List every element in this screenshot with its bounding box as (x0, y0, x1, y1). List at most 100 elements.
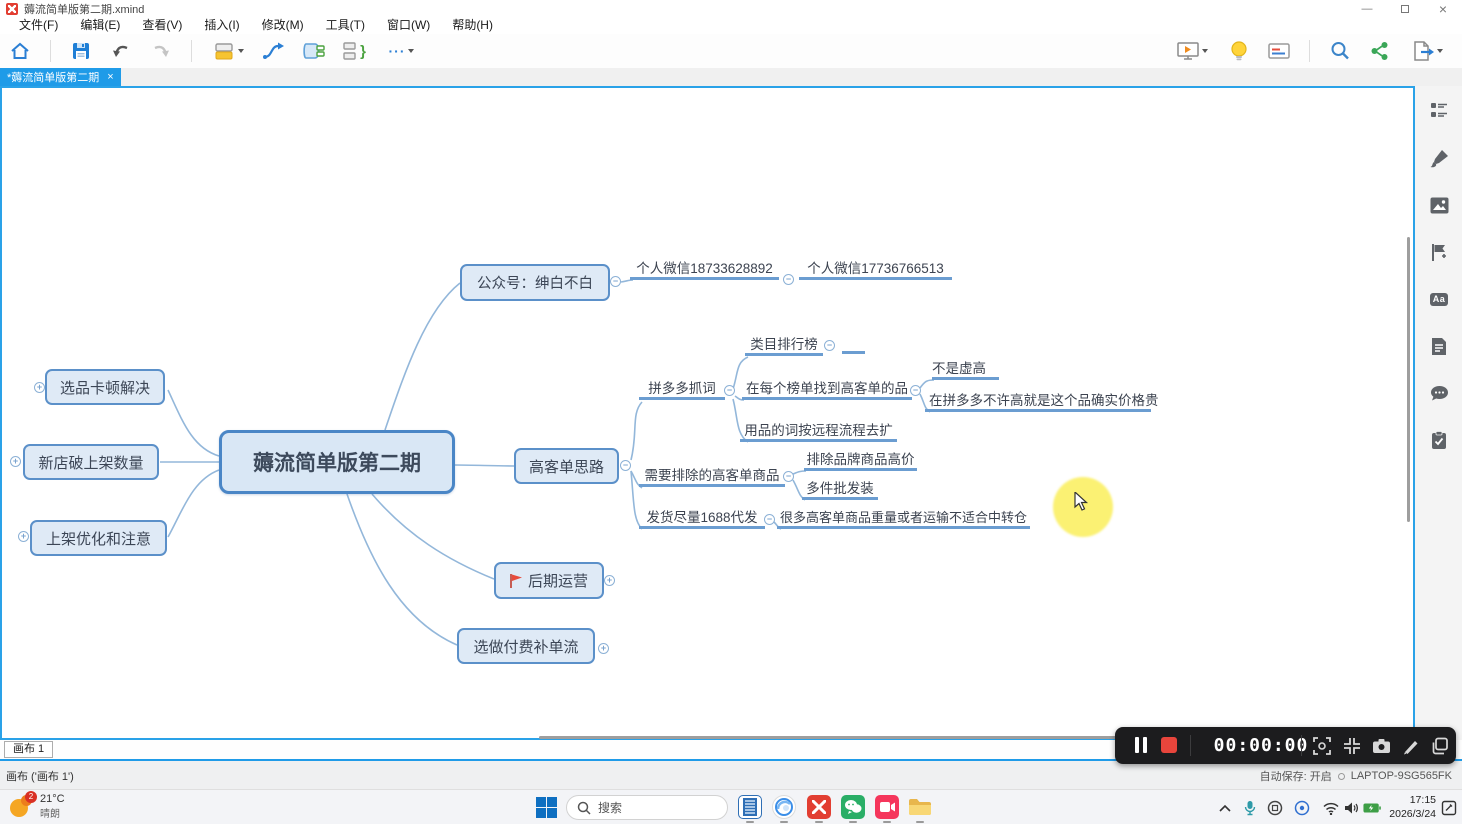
topic-real-expensive[interactable]: 在拼多多不许高就是这个品确实价格贵 (925, 392, 1151, 412)
taskbar-app-wechat[interactable] (841, 795, 865, 819)
vertical-scrollbar[interactable] (1407, 237, 1410, 522)
undo-button[interactable] (108, 38, 134, 64)
expand-icon[interactable]: + (10, 456, 21, 467)
tray-wifi[interactable] (1322, 799, 1340, 817)
export-button[interactable] (1407, 38, 1447, 64)
topic-shape-button[interactable] (209, 38, 247, 64)
topic-leimu-child-stub[interactable] (842, 334, 865, 354)
menu-modify[interactable]: 修改(M) (251, 17, 315, 34)
format-panel-button[interactable] (1429, 148, 1449, 168)
topic-fufei[interactable]: 选做付费补单流 (457, 628, 595, 664)
collapse-icon[interactable]: − (783, 274, 794, 285)
topic-pinpai[interactable]: 排除品牌商品高价 (804, 451, 917, 471)
draw-annotation-button[interactable] (1401, 736, 1421, 756)
recorder-windows-button[interactable] (1430, 736, 1450, 756)
save-button[interactable] (68, 38, 94, 64)
sheet-tab[interactable]: 画布 1 (4, 741, 53, 758)
topic-fake-high[interactable]: 不是虚高 (932, 360, 999, 380)
collapse-icon[interactable]: − (610, 276, 621, 287)
taskbar-clock[interactable]: 17:15 2026/3/24 (1388, 793, 1436, 821)
topic-yongpin[interactable]: 用品的词按远程流程去扩 (740, 422, 897, 442)
weather-widget[interactable]: 2 21°C 晴朗 (8, 793, 65, 820)
collapse-icon[interactable]: − (910, 385, 921, 396)
topic-gaokedan[interactable]: 高客单思路 (514, 448, 619, 484)
tray-microphone[interactable] (1241, 799, 1259, 817)
menu-edit[interactable]: 编辑(E) (69, 17, 131, 34)
document-tab[interactable]: *薅流简单版第二期 × (0, 68, 121, 86)
topic-xuanpin[interactable]: 选品卡顿解决 (45, 369, 165, 405)
menu-file[interactable]: 文件(F) (8, 17, 69, 34)
stop-recording-button[interactable] (1161, 737, 1177, 753)
tray-app-icon[interactable] (1266, 799, 1284, 817)
tray-overflow-button[interactable] (1216, 799, 1234, 817)
expand-icon[interactable]: + (18, 531, 29, 542)
pause-recording-button[interactable] (1135, 737, 1147, 753)
expand-icon[interactable]: + (598, 643, 609, 654)
boundary-button[interactable] (301, 38, 327, 64)
menu-view[interactable]: 查看(V) (131, 17, 193, 34)
menu-window[interactable]: 窗口(W) (376, 17, 441, 34)
redo-button[interactable] (148, 38, 174, 64)
comment-panel-button[interactable] (1429, 383, 1449, 403)
tab-close-icon[interactable]: × (107, 71, 113, 83)
topic-houqi[interactable]: 后期运营 (494, 562, 604, 599)
menu-insert[interactable]: 插入(I) (193, 17, 250, 34)
collapse-icon[interactable]: − (783, 471, 794, 482)
focus-region-button[interactable] (1312, 736, 1332, 756)
speaker-icon (1344, 801, 1360, 815)
taskbar-app-video[interactable] (875, 795, 899, 819)
menu-help[interactable]: 帮助(H) (441, 17, 504, 34)
outline-panel-button[interactable] (1429, 100, 1449, 120)
share-button[interactable] (1367, 38, 1393, 64)
more-toolbar-button[interactable]: ··· (381, 38, 421, 64)
expand-icon[interactable]: + (604, 575, 615, 586)
taskbar-app-explorer[interactable] (908, 795, 932, 819)
topic-shangjia[interactable]: 上架优化和注意 (30, 520, 167, 556)
task-panel-button[interactable] (1429, 430, 1449, 450)
tray-qq-icon[interactable] (1293, 799, 1311, 817)
minimize-recorder-button[interactable] (1342, 736, 1362, 756)
notes-button[interactable] (1429, 336, 1449, 356)
collapse-icon[interactable]: − (620, 460, 631, 471)
image-panel-button[interactable] (1429, 195, 1449, 215)
screenshot-button[interactable] (1371, 736, 1391, 756)
topic-duojian[interactable]: 多件批发装 (802, 480, 878, 500)
label-panel-button[interactable]: Aa (1429, 289, 1449, 309)
notification-button[interactable] (1440, 799, 1458, 817)
search-button[interactable] (1327, 38, 1353, 64)
tray-volume[interactable] (1343, 799, 1361, 817)
home-button[interactable] (7, 38, 33, 64)
topic-wechat2[interactable]: 个人微信17736766513 (799, 260, 952, 280)
topic-zhongzhuan[interactable]: 很多高客单商品重量或者运输不适合中转仓 (777, 509, 1030, 529)
notes-panel-button[interactable] (1266, 38, 1292, 64)
central-topic[interactable]: 薅流简单版第二期 (219, 430, 455, 494)
topic-paichu[interactable]: 需要排除的高客单商品 (639, 467, 785, 487)
idea-button[interactable] (1226, 38, 1252, 64)
relationship-button[interactable] (261, 38, 287, 64)
summary-button[interactable]: } (341, 38, 367, 64)
menu-tools[interactable]: 工具(T) (315, 17, 376, 34)
tray-battery[interactable] (1363, 799, 1381, 817)
start-button[interactable] (536, 797, 557, 818)
collapse-icon[interactable]: − (764, 514, 775, 525)
mindmap-canvas[interactable]: 薅流简单版第二期 选品卡顿解决 新店破上架数量 上架优化和注意 公众号：绅白不白… (0, 86, 1415, 740)
maximize-button[interactable] (1386, 0, 1424, 17)
taskbar-app-browser[interactable] (772, 795, 796, 819)
topic-leimu[interactable]: 类目排行榜 (745, 336, 823, 356)
topic-xindian[interactable]: 新店破上架数量 (23, 444, 159, 480)
taskbar-search[interactable]: 搜索 (566, 795, 728, 820)
taskbar-app-notes[interactable] (738, 795, 762, 819)
collapse-icon[interactable]: − (724, 385, 735, 396)
expand-icon[interactable]: + (34, 382, 45, 393)
topic-wechat1[interactable]: 个人微信18733628892 (630, 260, 779, 280)
marker-panel-button[interactable] (1429, 242, 1449, 262)
presentation-button[interactable] (1172, 38, 1212, 64)
collapse-icon[interactable]: − (824, 340, 835, 351)
topic-bangdan[interactable]: 在每个榜单找到高客单的品 (742, 380, 912, 400)
topic-pdd-zhuaci[interactable]: 拼多多抓词 (639, 380, 725, 400)
minimize-button[interactable]: — (1348, 0, 1386, 17)
close-button[interactable]: × (1424, 0, 1462, 17)
topic-gongzhonghao[interactable]: 公众号：绅白不白 (460, 264, 610, 301)
taskbar-app-xmind[interactable] (807, 795, 831, 819)
topic-fahuo[interactable]: 发货尽量1688代发 (639, 509, 765, 529)
